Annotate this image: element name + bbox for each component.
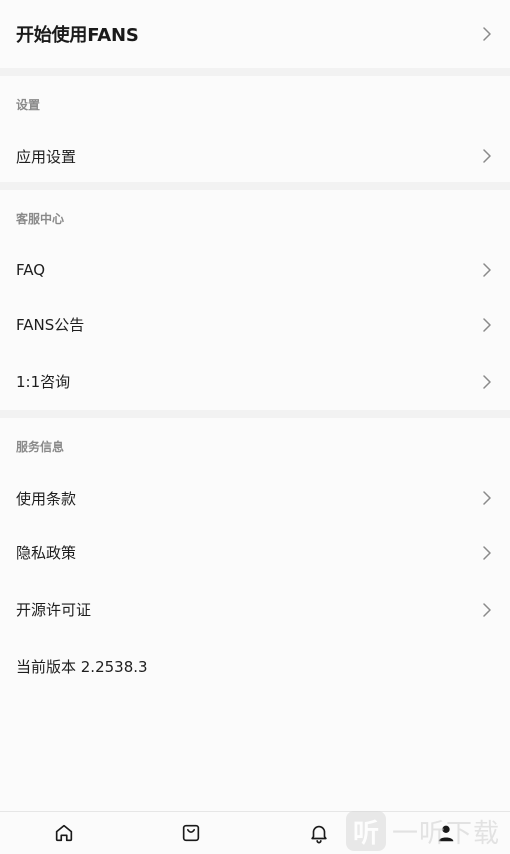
get-started-title: 开始使用FANS xyxy=(16,25,139,46)
section-header-settings: 设置 xyxy=(16,97,41,112)
consultation-row[interactable]: 1:1咨询 xyxy=(0,353,510,410)
section-divider xyxy=(0,182,510,190)
app-settings-row[interactable]: 应用设置 xyxy=(0,130,510,182)
watermark-glyph: 听 xyxy=(346,811,386,851)
licenses-label: 开源许可证 xyxy=(16,601,92,619)
privacy-row[interactable]: 隐私政策 xyxy=(0,524,510,581)
privacy-label: 隐私政策 xyxy=(16,544,77,562)
section-divider xyxy=(0,68,510,76)
faq-row[interactable]: FAQ xyxy=(0,244,510,296)
chevron-right-icon xyxy=(480,374,494,389)
chevron-right-icon xyxy=(480,602,494,617)
tab-notifications[interactable] xyxy=(299,813,339,853)
consultation-label: 1:1咨询 xyxy=(16,373,71,391)
home-icon xyxy=(55,824,72,842)
licenses-row[interactable]: 开源许可证 xyxy=(0,581,510,638)
terms-label: 使用条款 xyxy=(16,489,77,508)
chevron-right-icon xyxy=(480,491,494,505)
tab-shop[interactable] xyxy=(171,813,211,853)
chevron-right-icon xyxy=(480,545,494,560)
chevron-right-icon xyxy=(480,27,494,41)
chevron-right-icon xyxy=(480,317,494,332)
section-header-service: 服务信息 xyxy=(16,439,65,454)
section-divider xyxy=(0,410,510,418)
terms-row[interactable]: 使用条款 xyxy=(0,472,510,524)
bell-icon xyxy=(311,825,327,844)
chevron-right-icon xyxy=(480,263,494,277)
shopping-bag-icon xyxy=(183,824,200,842)
watermark-text: 一听下载 xyxy=(392,818,501,849)
section-header-support: 客服中心 xyxy=(16,211,65,226)
app-settings-label: 应用设置 xyxy=(16,147,77,166)
chevron-right-icon xyxy=(480,149,494,163)
announcement-label: FANS公告 xyxy=(16,316,85,334)
get-started-row[interactable]: 开始使用FANS xyxy=(0,0,510,68)
announcement-row[interactable]: FANS公告 xyxy=(0,296,510,353)
watermark-logo: 听 一听下载 xyxy=(344,808,510,854)
faq-label: FAQ xyxy=(16,261,46,279)
tab-home[interactable] xyxy=(44,813,84,853)
version-text: 当前版本 2.2538.3 xyxy=(16,657,148,676)
